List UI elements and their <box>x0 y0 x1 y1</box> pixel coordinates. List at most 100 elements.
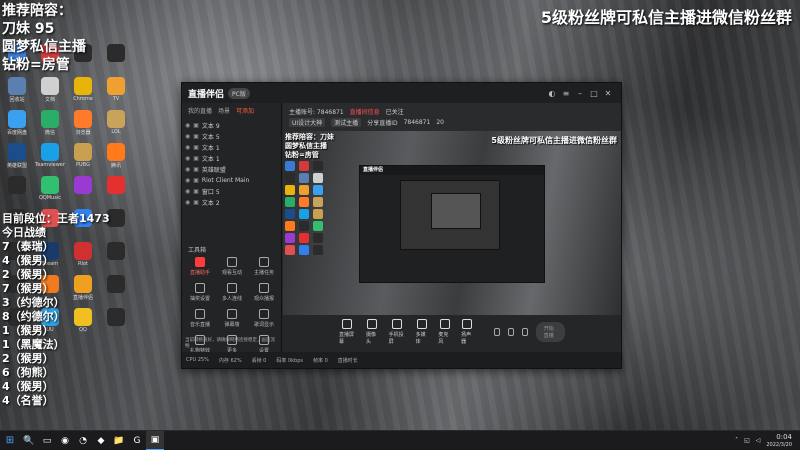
eye-icon[interactable]: ◉ <box>185 188 190 195</box>
desktop-icon[interactable]: PUBG <box>68 141 98 171</box>
rank-header: 目前段位：王者1473 <box>2 212 110 225</box>
taskbar-app-icon[interactable]: ▣ <box>146 430 164 450</box>
media-button[interactable]: 多媒体 <box>416 319 429 345</box>
speaker-button[interactable]: 扬声器 <box>461 319 474 345</box>
tool-button[interactable]: 弹幕墙 <box>216 309 248 335</box>
eye-icon[interactable]: ◉ <box>185 177 190 184</box>
source-row[interactable]: ◉ ▣ 英雄联盟 <box>185 164 278 175</box>
phone-cast-button[interactable]: 手机投屏 <box>389 319 406 345</box>
eye-icon[interactable]: ◉ <box>185 144 190 151</box>
taskbar-app-icon[interactable]: ◆ <box>92 431 110 450</box>
avatar-icon[interactable]: ◐ <box>545 89 559 98</box>
desktop-icon[interactable]: LOL <box>101 108 131 138</box>
desktop-icon[interactable]: 文档 <box>35 75 65 105</box>
lock-icon[interactable]: ▣ <box>193 155 199 162</box>
desktop-icon[interactable]: Chrome <box>68 75 98 105</box>
desktop-icon[interactable] <box>101 174 131 204</box>
lock-icon[interactable]: ▣ <box>193 166 199 173</box>
room-info-link[interactable]: 直播间信息 <box>350 107 380 116</box>
lock-icon[interactable]: ▣ <box>193 177 199 184</box>
tool-button[interactable]: 主播任务 <box>248 257 280 283</box>
tool-label: 歌词显示 <box>253 322 274 328</box>
windows-start-icon[interactable]: ⊞ <box>0 435 20 446</box>
desktop-icon[interactable]: 百度网盘 <box>2 108 32 138</box>
desktop-icon[interactable] <box>2 174 32 204</box>
desktop-icon[interactable] <box>68 174 98 204</box>
scene-tabs: 我的直播 场景 可添加 <box>182 103 281 117</box>
source-row[interactable]: ◉ ▣ 窗口 5 <box>185 186 278 197</box>
desktop-icon[interactable]: 浏览器 <box>68 108 98 138</box>
source-row[interactable]: ◉ ▣ 文本 1 <box>185 142 278 153</box>
rank-overlay: 目前段位：王者1473 今日战绩 7（泰瑞） 4（猴男） 2（猴男） 7（猴男） 3（约… <box>2 212 122 408</box>
rank-line: 4（猴男） <box>2 254 54 267</box>
tab-add[interactable]: 可添加 <box>236 106 254 115</box>
lock-icon[interactable]: ▣ <box>193 144 199 151</box>
clock-time: 0:04 <box>776 432 792 441</box>
tool-button[interactable]: 音乐直播 <box>184 309 216 335</box>
source-row[interactable]: ◉ ▣ 文本 5 <box>185 131 278 142</box>
taskbar-app-icon[interactable]: ◉ <box>56 431 74 450</box>
tool-button[interactable]: 观众播报 <box>248 283 280 309</box>
eye-icon[interactable]: ◉ <box>185 199 190 206</box>
taskbar-app-icon[interactable]: 📁 <box>110 431 128 450</box>
maximize-icon[interactable]: □ <box>587 89 601 98</box>
tool-button[interactable]: 直播助手 <box>184 257 216 283</box>
tab-scene[interactable]: 场景 <box>218 106 230 115</box>
eye-icon[interactable]: ◉ <box>185 166 190 173</box>
desktop-icon[interactable]: TV <box>101 75 131 105</box>
tag-pill[interactable]: 测试主播 <box>331 118 362 127</box>
mini-app-icon <box>313 233 323 243</box>
tool-button[interactable]: 多人连线 <box>216 283 248 309</box>
taskbar-app-icon[interactable]: ◔ <box>74 431 92 450</box>
taskbar-app-icon[interactable]: G <box>128 431 146 450</box>
desktop-icon[interactable]: 腾讯 <box>101 141 131 171</box>
menu-icon[interactable]: ≡ <box>559 89 573 98</box>
network-icon[interactable]: ◱ <box>744 437 750 444</box>
clock[interactable]: 0:04 2022/3/20 <box>766 433 792 449</box>
desktop-icon[interactable]: 微信 <box>35 108 65 138</box>
source-controls: 直播屏幕 摄像头 手机投屏 多媒体 麦克风 扬声器 开始直播 <box>283 315 621 349</box>
overlay-line: 钻粉=房管 <box>2 57 70 73</box>
lock-icon[interactable]: ▣ <box>193 133 199 140</box>
app-titlebar[interactable]: 直播伴侣 PC版 ◐ ≡ – □ ✕ <box>182 83 621 103</box>
desktop-icon[interactable]: 英雄联盟 <box>2 141 32 171</box>
tool-button[interactable]: 歌词显示 <box>248 309 280 335</box>
source-row[interactable]: ◉ ▣ Riot Client Main <box>185 175 278 186</box>
tool-button[interactable]: 观看互动 <box>216 257 248 283</box>
app-icon <box>107 143 125 161</box>
close-icon[interactable]: ✕ <box>601 89 615 98</box>
lock-icon[interactable]: ▣ <box>193 188 199 195</box>
stream-preview[interactable]: 推荐陪容：刀妹 圆梦私信主播 钻粉=房管 5级粉丝牌可私信主播进微信粉丝群 直播… <box>283 131 621 315</box>
live-companion-window[interactable]: 直播伴侣 PC版 ◐ ≡ – □ ✕ 我的直播 场景 可添加 ◉ ▣ 文本 9 ◉ ▣ 文… <box>181 82 622 369</box>
screen-capture-button[interactable]: 直播屏幕 <box>339 319 356 345</box>
minimize-icon[interactable]: – <box>573 89 587 98</box>
start-live-button[interactable]: 开始直播 <box>535 322 565 342</box>
source-row[interactable]: ◉ ▣ 文本 9 <box>185 120 278 131</box>
desktop-icon[interactable]: 回收站 <box>2 75 32 105</box>
desktop-icon[interactable]: QQMusic <box>35 174 65 204</box>
lock-icon[interactable]: ▣ <box>193 199 199 206</box>
lock-icon[interactable]: ▣ <box>193 122 199 129</box>
tab-my-live[interactable]: 我的直播 <box>188 106 212 115</box>
eye-icon[interactable]: ◉ <box>185 122 190 129</box>
tag-pill[interactable]: UI设计大神 <box>289 118 326 127</box>
eye-icon[interactable]: ◉ <box>185 155 190 162</box>
taskbar-app-icon[interactable]: ▭ <box>38 431 56 450</box>
taskbar-app-icon[interactable]: 🔍 <box>20 431 38 450</box>
tool-icon <box>195 283 205 293</box>
camera-button[interactable]: 摄像头 <box>366 319 379 345</box>
chevron-up-icon[interactable]: ˄ <box>735 437 738 444</box>
record-icon[interactable] <box>493 328 500 336</box>
source-row[interactable]: ◉ ▣ 文本 2 <box>185 197 278 208</box>
source-row[interactable]: ◉ ▣ 文本 1 <box>185 153 278 164</box>
clock-date: 2022/3/20 <box>766 441 792 448</box>
microphone-button[interactable]: 麦克风 <box>438 319 451 345</box>
desktop-icon-label: QQMusic <box>38 195 62 201</box>
volume-icon[interactable]: ◁ <box>756 437 761 444</box>
desktop-icon[interactable]: Teamviewer <box>35 141 65 171</box>
settings-icon[interactable] <box>521 328 528 336</box>
tool-button[interactable]: 抽奖设置 <box>184 283 216 309</box>
eye-icon[interactable]: ◉ <box>185 133 190 140</box>
mini-app-icon <box>285 233 295 243</box>
effects-icon[interactable] <box>507 328 514 336</box>
